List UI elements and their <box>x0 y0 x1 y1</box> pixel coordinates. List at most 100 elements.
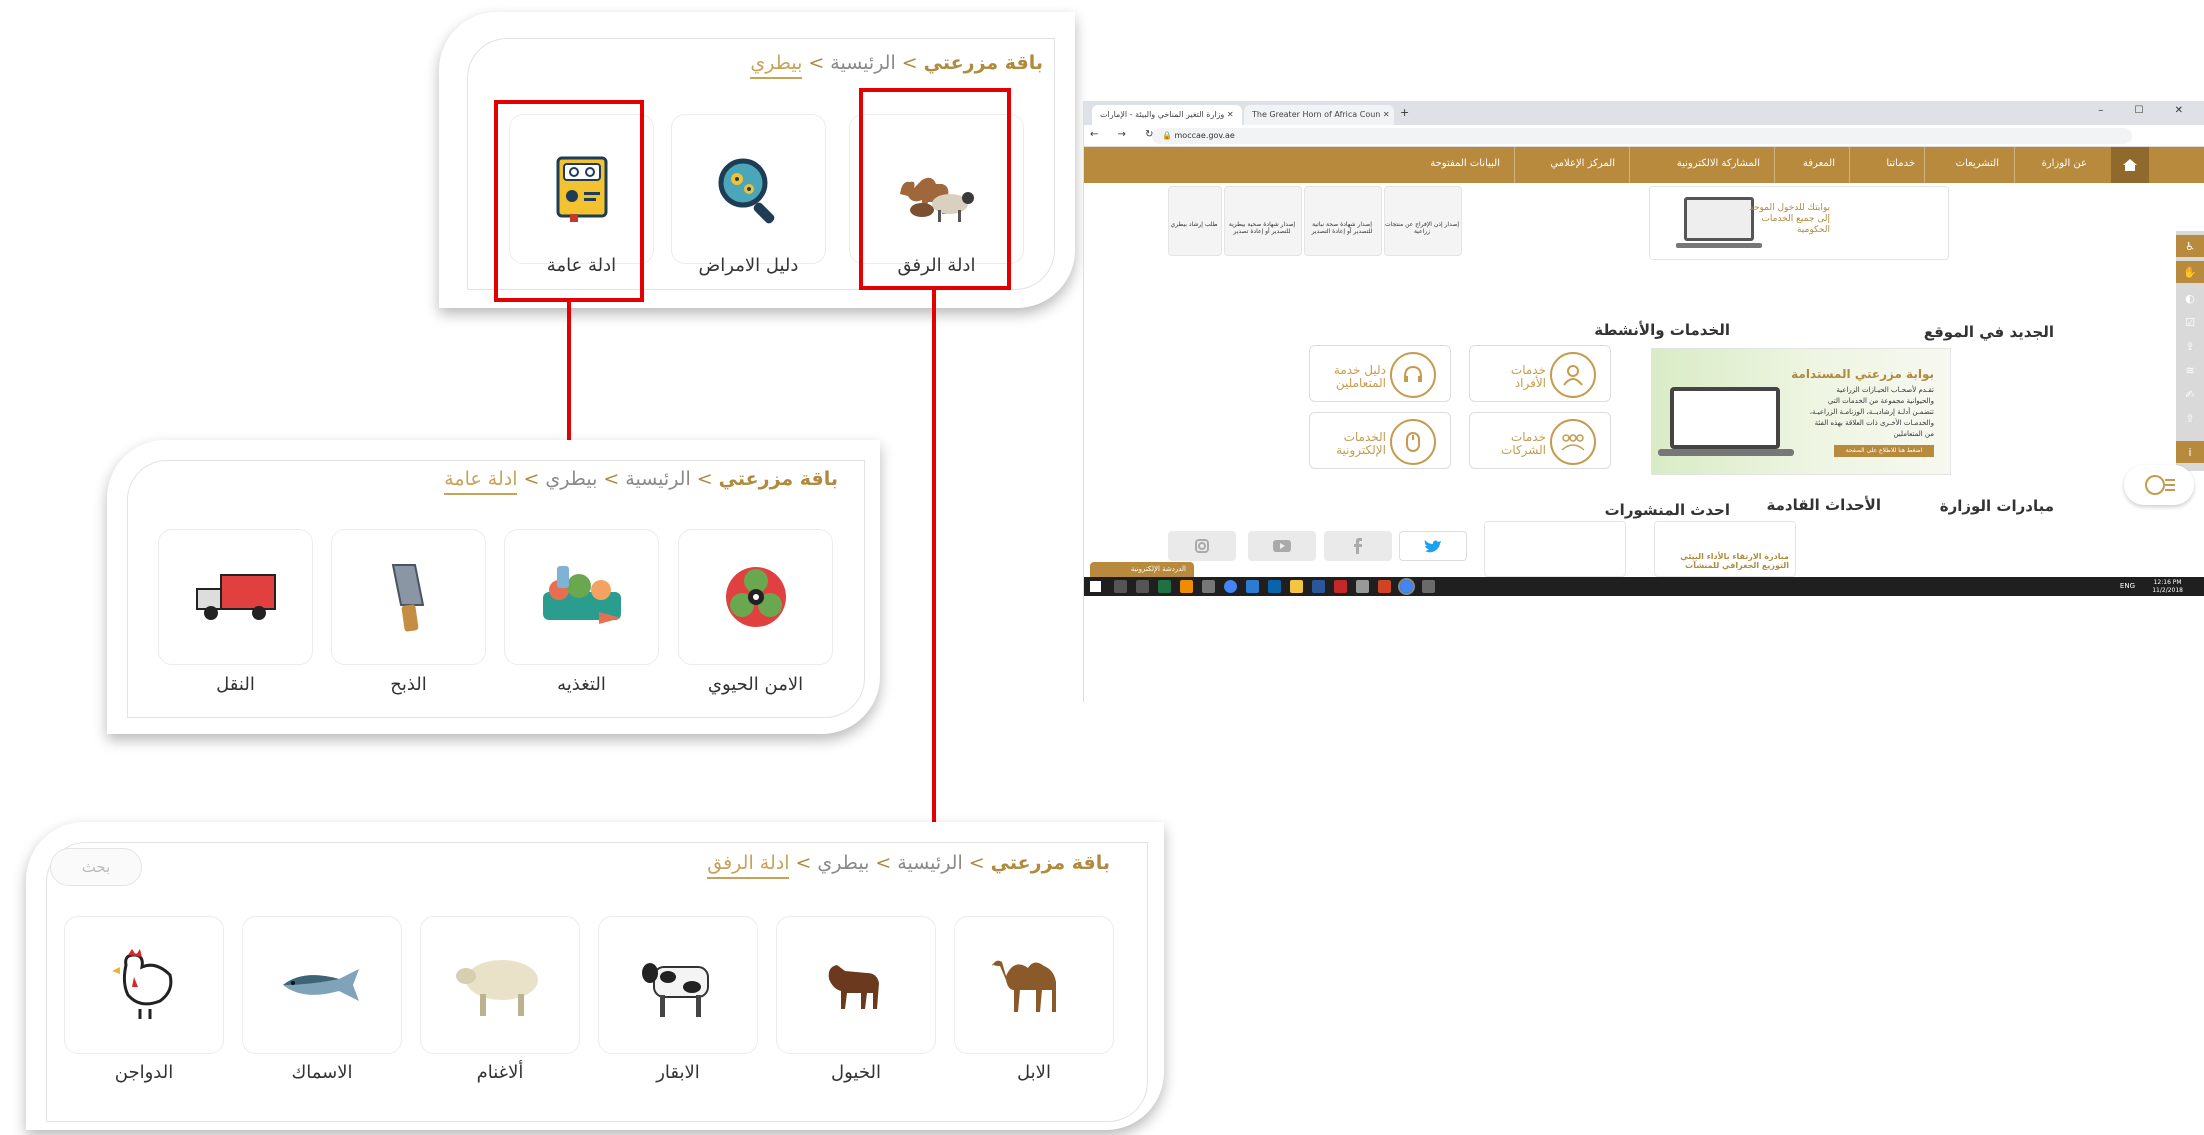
edge-icon[interactable] <box>1246 580 1259 593</box>
breadcrumb-brand[interactable]: باقة مزرعتي <box>991 852 1110 874</box>
tile-fish[interactable] <box>242 916 402 1054</box>
share-icon[interactable]: ⇪ <box>2176 335 2204 357</box>
vlc-icon[interactable] <box>1180 580 1193 593</box>
carousel-item-label: إصدار إذن الإفراج عن منتجات زراعية <box>1385 221 1459 235</box>
search-input[interactable]: بحث <box>50 848 142 886</box>
breadcrumb-home[interactable]: الرئيسية <box>897 852 962 874</box>
nav-item[interactable]: التشريعات <box>1956 158 1999 169</box>
breadcrumb-separator: > <box>696 468 713 490</box>
carousel-item[interactable]: طلب إرشاد بيطري <box>1168 186 1222 256</box>
back-forward-reload[interactable]: ← → ↻ <box>1090 129 1162 140</box>
info-icon[interactable]: i <box>2176 441 2204 463</box>
new-tab-button[interactable]: + <box>1400 106 1409 119</box>
breadcrumb-brand[interactable]: باقة مزرعتي <box>924 52 1043 74</box>
lock-icon: 🔒 <box>1162 131 1172 140</box>
word-icon[interactable] <box>1312 580 1325 593</box>
chrome-active-icon[interactable] <box>1398 578 1415 595</box>
service-companies[interactable]: خدمات الشركات <box>1469 412 1611 469</box>
search-icon[interactable] <box>1114 580 1127 593</box>
tile-biosecurity[interactable] <box>678 529 833 665</box>
breadcrumb-parent[interactable]: بيطري <box>545 468 597 490</box>
hearing-icon[interactable]: ✋ <box>2176 261 2204 283</box>
group-icon <box>1550 419 1596 465</box>
breadcrumb-current: ادلة الرفق <box>707 852 790 879</box>
connector-line <box>567 301 571 457</box>
portal-carousel[interactable]: بوابتك للدخول الموحد إلى جميع الخدمات ال… <box>1649 186 1949 260</box>
address-bar[interactable]: 🔒 moccae.gov.ae <box>1152 128 2132 144</box>
export-icon[interactable]: ⇧ <box>2176 407 2204 429</box>
windows-start-icon[interactable] <box>1090 581 1101 592</box>
outlook-icon[interactable] <box>1268 580 1281 593</box>
browser-tab[interactable]: وزارة التغير المناخي والبيئة - الإمارات … <box>1092 105 1242 125</box>
breadcrumb-separator: > <box>808 52 825 74</box>
carousel-item[interactable]: إصدار إذن الإفراج عن منتجات زراعية <box>1384 186 1462 256</box>
events-card[interactable] <box>1484 521 1626 577</box>
connector-line <box>932 289 936 829</box>
person-icon <box>1550 352 1596 398</box>
site-nav: عن الوزارة التشريعات خدماتنا المعرفة الم… <box>1084 147 2204 183</box>
breadcrumb-separator: > <box>523 468 540 490</box>
tile-sheep[interactable] <box>420 916 580 1054</box>
initiative-card[interactable]: مبادرة الارتقاء بالأداء البيئي التوزيع ا… <box>1654 521 1796 577</box>
carousel-item[interactable]: إصدار شهادة صحية بيطرية للتصدير أو إعادة… <box>1224 186 1302 256</box>
twitter-icon[interactable] <box>1399 531 1467 561</box>
youtube-icon[interactable] <box>1248 531 1316 561</box>
nav-divider <box>1629 147 1630 183</box>
powerpoint-icon[interactable] <box>1378 580 1391 593</box>
window-controls[interactable]: – ☐ ✕ <box>2098 105 2197 116</box>
tile-poultry[interactable] <box>64 916 224 1054</box>
tile-cattle[interactable] <box>598 916 758 1054</box>
excel-icon[interactable] <box>1158 580 1171 593</box>
breadcrumb-home[interactable]: الرئيسية <box>625 468 690 490</box>
ear-icon[interactable]: ◐ <box>2176 287 2204 309</box>
accessibility-icon[interactable]: ♿ <box>2176 235 2204 257</box>
nav-item[interactable]: البيانات المفتوحة <box>1430 158 1500 169</box>
nav-item[interactable]: المشاركة الالكترونية <box>1677 158 1760 169</box>
fish-icon <box>283 969 359 1001</box>
breadcrumb-home[interactable]: الرئيسية <box>830 52 895 74</box>
nav-item[interactable]: خدماتنا <box>1886 158 1915 169</box>
clock-time: 12:16 PM <box>2153 579 2182 586</box>
nav-item[interactable]: المركز الإعلامي <box>1550 158 1615 169</box>
nav-item[interactable]: المعرفة <box>1803 158 1835 169</box>
chat-button[interactable]: الدردشة الإلكترونية <box>1090 562 1194 577</box>
camel-icon <box>992 960 1056 1012</box>
carousel-item[interactable]: إصدار شهادة صحة نباتية للتصدير أو إعادة … <box>1304 186 1382 256</box>
tile-camels[interactable] <box>954 916 1114 1054</box>
banner-button[interactable]: اضغط هنا للاطلاع على الصفحة <box>1834 445 1934 457</box>
service-customer-guide[interactable]: دليل خدمة المتعاملين <box>1309 345 1451 402</box>
home-icon[interactable] <box>2111 147 2149 183</box>
store-icon[interactable] <box>1202 580 1215 593</box>
tile-nutrition[interactable] <box>504 529 659 665</box>
pdf-icon[interactable] <box>1334 580 1347 593</box>
browser-tab[interactable]: The Greater Horn of Africa Coun ✕ <box>1244 105 1394 125</box>
banner-laptop <box>1670 387 1780 449</box>
service-eservices[interactable]: الخدمات الإلكترونية <box>1309 412 1451 469</box>
banner-text: تقـدم لأصحـاب الحيـازات الزراعية والحيوا… <box>1809 386 1934 438</box>
sign-icon[interactable]: ✍ <box>2176 383 2204 405</box>
section-title-services: الخدمات والأنشطة <box>1594 321 1730 339</box>
nav-item[interactable]: عن الوزارة <box>2042 158 2087 169</box>
instagram-icon[interactable] <box>1168 531 1236 561</box>
tile-disease-guide[interactable] <box>671 114 826 264</box>
taskview-icon[interactable] <box>1136 580 1149 593</box>
tile-slaughter[interactable] <box>331 529 486 665</box>
tray-language[interactable]: ENG <box>2120 582 2135 590</box>
explorer-icon[interactable] <box>1290 580 1303 593</box>
app-icon[interactable] <box>1422 580 1435 593</box>
service-individuals[interactable]: خدمات الأفراد <box>1469 345 1611 402</box>
breadcrumb-parent[interactable]: بيطري <box>817 852 869 874</box>
facebook-icon[interactable] <box>1324 531 1392 561</box>
rss-icon[interactable]: ≋ <box>2176 359 2204 381</box>
farm-portal-banner[interactable]: بوابة مزرعتي المستدامة تقـدم لأصحـاب الح… <box>1651 348 1951 475</box>
breadcrumb: باقة مزرعتي>الرئيسية>بيطري>ادلة عامة <box>444 468 838 495</box>
tile-transport[interactable] <box>158 529 313 665</box>
breadcrumb-brand[interactable]: باقة مزرعتي <box>719 468 838 490</box>
carousel-item-label: إصدار شهادة صحية بيطرية للتصدير أو إعادة… <box>1228 221 1296 235</box>
chrome-icon[interactable] <box>1224 580 1237 593</box>
check-icon[interactable]: ☑ <box>2176 311 2204 333</box>
tile-label: الذبح <box>390 674 427 695</box>
tile-horses[interactable] <box>776 916 936 1054</box>
breadcrumb-current: بيطري <box>750 52 803 79</box>
photos-icon[interactable] <box>1356 580 1369 593</box>
